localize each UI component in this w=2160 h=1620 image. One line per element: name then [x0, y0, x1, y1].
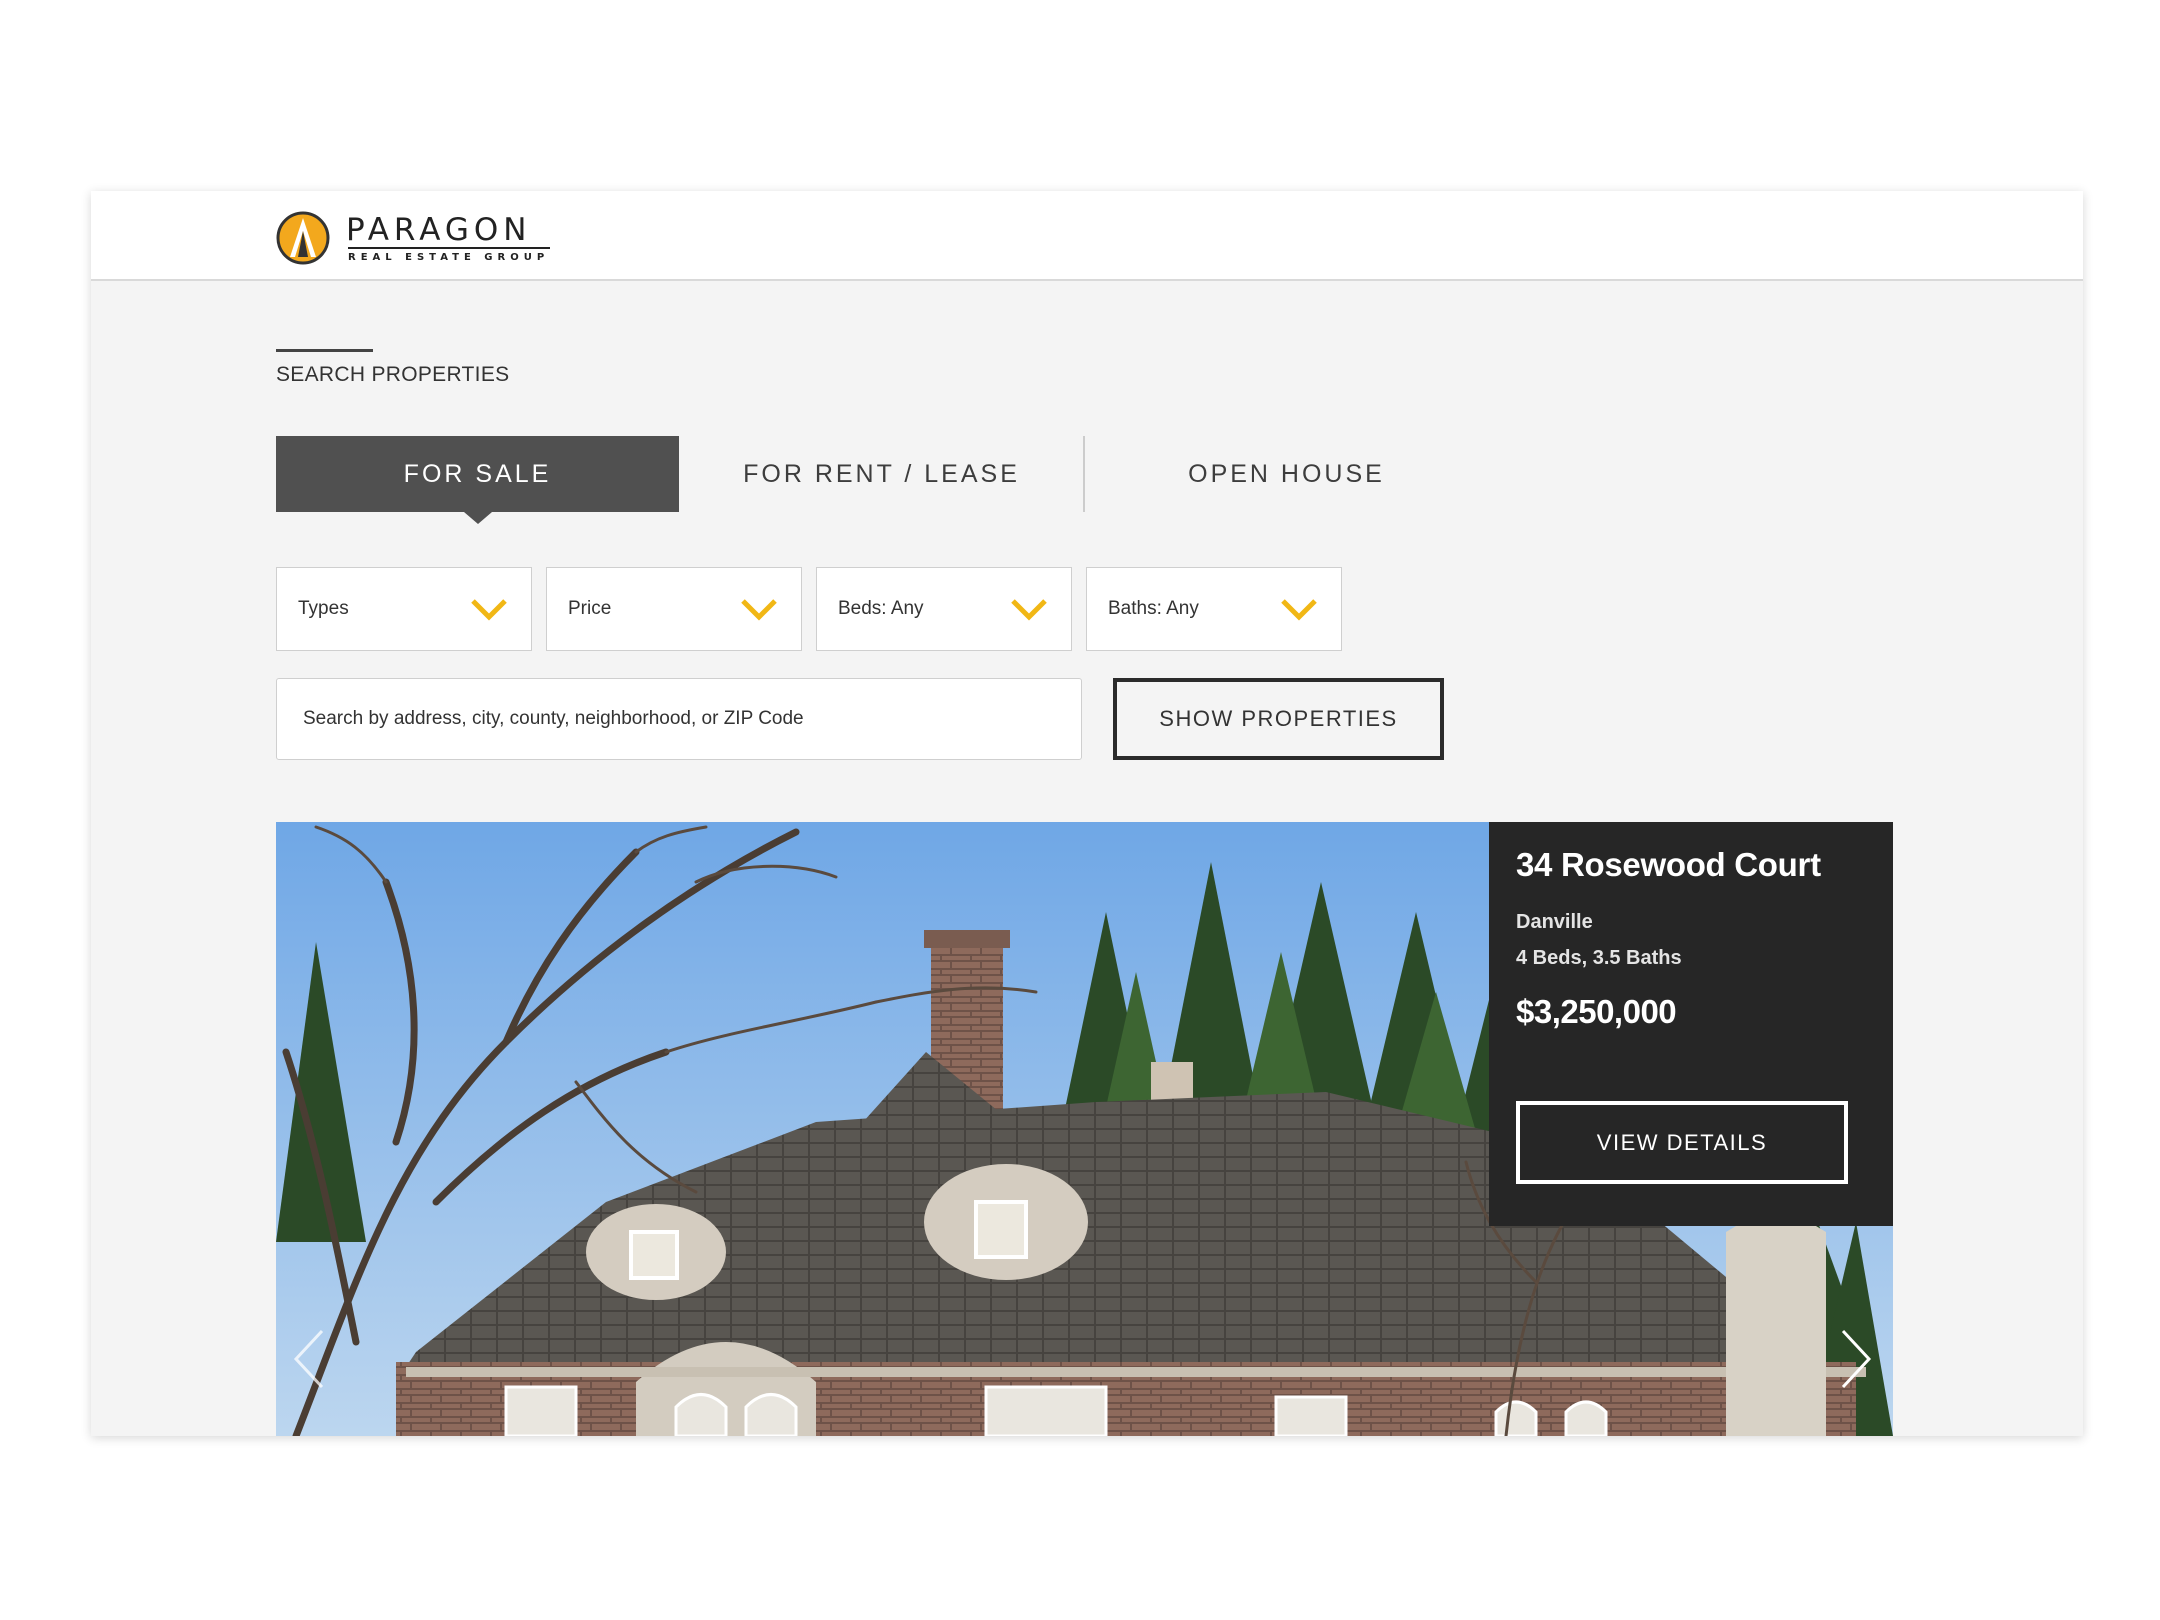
chevron-down-icon	[741, 599, 777, 621]
property-beds-baths: 4 Beds, 3.5 Baths	[1516, 947, 1682, 969]
tab-open-house[interactable]: OPEN HOUSE	[1085, 436, 1488, 512]
chevron-down-icon	[1011, 599, 1047, 621]
property-city: Danville	[1516, 911, 1593, 933]
types-dropdown[interactable]: Types	[276, 567, 532, 651]
brand-tagline: REAL ESTATE GROUP	[348, 252, 550, 263]
paragon-logo-icon	[276, 211, 330, 265]
site-header: PARAGON REAL ESTATE GROUP	[91, 191, 2083, 281]
featured-property-carousel: 34 Rosewood Court Danville 4 Beds, 3.5 B…	[276, 822, 1893, 1436]
baths-dropdown[interactable]: Baths: Any	[1086, 567, 1342, 651]
section-title: SEARCH PROPERTIES	[276, 363, 510, 386]
property-price: $3,250,000	[1516, 993, 1677, 1030]
view-details-button[interactable]: VIEW DETAILS	[1516, 1101, 1848, 1184]
price-dropdown[interactable]: Price	[546, 567, 802, 651]
carousel-prev-button[interactable]	[290, 1327, 330, 1391]
show-properties-button[interactable]: SHOW PROPERTIES	[1113, 678, 1444, 760]
chevron-down-icon	[1281, 599, 1317, 621]
property-info-panel: 34 Rosewood Court Danville 4 Beds, 3.5 B…	[1489, 822, 1893, 1226]
chevron-down-icon	[471, 599, 507, 621]
brand-divider	[348, 247, 550, 249]
tab-for-rent-lease[interactable]: FOR RENT / LEASE	[680, 436, 1083, 512]
location-search-input[interactable]	[276, 678, 1082, 760]
types-dropdown-label: Types	[298, 598, 349, 619]
beds-dropdown[interactable]: Beds: Any	[816, 567, 1072, 651]
beds-dropdown-label: Beds: Any	[838, 598, 924, 619]
section-accent-rule	[276, 349, 373, 352]
property-address: 34 Rosewood Court	[1516, 846, 1821, 883]
baths-dropdown-label: Baths: Any	[1108, 598, 1199, 619]
listing-type-tabs: FOR SALE FOR RENT / LEASE OPEN HOUSE	[276, 436, 1382, 524]
filter-row: Types Price Beds: Any Baths: Any	[276, 567, 1356, 651]
tab-for-sale[interactable]: FOR SALE	[276, 436, 679, 524]
page-card: PARAGON REAL ESTATE GROUP SEARCH PROPERT…	[91, 191, 2083, 1436]
carousel-next-button[interactable]	[1835, 1327, 1875, 1391]
price-dropdown-label: Price	[568, 598, 612, 619]
brand-name: PARAGON	[346, 212, 532, 248]
